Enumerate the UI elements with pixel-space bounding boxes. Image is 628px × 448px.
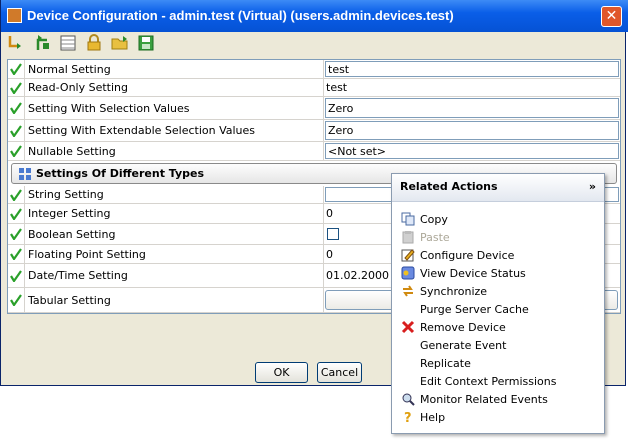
check-icon [10, 248, 22, 260]
action-label: Purge Server Cache [420, 302, 529, 316]
monitor-icon [400, 391, 416, 407]
nullable-setting-input[interactable]: <Not set> [325, 143, 619, 159]
action-label: Synchronize [420, 284, 488, 298]
action-label: View Device Status [420, 266, 526, 280]
import-button[interactable] [7, 34, 27, 54]
action-label: Remove Device [420, 320, 506, 334]
import-icon [8, 36, 21, 49]
open-folder-icon [111, 36, 128, 50]
action-replicate[interactable]: Replicate [400, 354, 600, 372]
svg-text:?: ? [404, 411, 412, 424]
action-help[interactable]: ? Help [400, 408, 600, 426]
action-view-device-status[interactable]: View Device Status [400, 264, 600, 282]
check-icon [10, 207, 22, 220]
setting-label: Integer Setting [24, 204, 324, 223]
read-only-setting-value: test [326, 81, 348, 94]
action-label: Edit Context Permissions [420, 374, 557, 388]
setting-label: Floating Point Setting [24, 245, 324, 263]
action-remove-device[interactable]: Remove Device [400, 318, 600, 336]
help-icon: ? [400, 409, 416, 425]
setting-label: Date/Time Setting [24, 264, 324, 287]
copy-icon [400, 211, 416, 227]
action-monitor-related-events[interactable]: Monitor Related Events [400, 390, 600, 408]
check-icon [10, 124, 22, 137]
setting-row: Read-Only Setting test [8, 79, 620, 97]
save-icon [138, 35, 154, 51]
setting-row: Setting With Selection Values Zero [8, 97, 620, 120]
check-icon [10, 102, 22, 114]
setting-label: Nullable Setting [24, 142, 324, 160]
setting-label: String Setting [24, 186, 324, 203]
action-label: Copy [420, 212, 448, 226]
configure-icon [400, 247, 416, 263]
ok-button[interactable]: OK [255, 362, 308, 383]
check-icon [10, 188, 22, 201]
action-label: Paste [420, 230, 450, 244]
table-icon [60, 35, 76, 51]
action-label: Monitor Related Events [420, 392, 548, 406]
boolean-setting-checkbox[interactable] [327, 228, 339, 240]
setting-label: Setting With Extendable Selection Values [24, 120, 324, 141]
setting-row: Nullable Setting <Not set> [8, 142, 620, 161]
normal-setting-input[interactable]: test [325, 61, 619, 77]
settings-group-icon [19, 168, 31, 180]
check-icon [10, 228, 22, 240]
setting-row: Normal Setting test [8, 60, 620, 79]
action-label: Configure Device [420, 248, 515, 262]
check-icon [10, 81, 22, 94]
action-label: Help [420, 410, 446, 424]
extendable-selection-select[interactable]: Zero [325, 121, 619, 140]
action-paste[interactable]: Paste [400, 228, 600, 246]
setting-label: Normal Setting [24, 60, 324, 78]
lock-button[interactable] [85, 34, 105, 54]
action-label: Replicate [420, 356, 471, 370]
check-icon [10, 294, 22, 306]
check-icon [10, 145, 22, 157]
setting-label: Tabular Setting [24, 288, 324, 312]
action-edit-context-permissions[interactable]: Edit Context Permissions [400, 372, 600, 390]
open-folder-button[interactable] [111, 34, 131, 54]
close-button[interactable]: ✕ [601, 6, 622, 27]
setting-label: Boolean Setting [24, 224, 324, 244]
action-copy[interactable]: Copy [400, 210, 600, 228]
remove-icon [400, 319, 416, 335]
lock-icon [87, 34, 101, 51]
related-actions-panel: Related Actions » Copy Paste Configure D… [391, 173, 605, 434]
check-icon [10, 63, 22, 75]
action-configure-device[interactable]: Configure Device [400, 246, 600, 264]
window-title: Device Configuration - admin.test (Virtu… [27, 8, 454, 23]
status-icon [400, 265, 416, 281]
check-icon [10, 269, 22, 282]
setting-label: Read-Only Setting [24, 79, 324, 96]
save-button[interactable] [137, 34, 157, 54]
synchronize-icon [400, 283, 416, 299]
related-actions-header[interactable]: Related Actions » [392, 174, 604, 202]
export-icon [36, 35, 49, 50]
selection-values-select[interactable]: Zero [325, 98, 619, 118]
app-icon [7, 8, 22, 23]
action-label: Generate Event [420, 338, 507, 352]
cancel-button[interactable]: Cancel [317, 362, 362, 383]
group-title: Settings Of Different Types [36, 167, 205, 180]
export-button[interactable] [33, 34, 53, 54]
paste-icon [400, 229, 416, 245]
setting-label: Setting With Selection Values [24, 97, 324, 119]
table-button[interactable] [59, 34, 79, 54]
action-generate-event[interactable]: Generate Event [400, 336, 600, 354]
setting-row: Setting With Extendable Selection Values… [8, 120, 620, 142]
related-actions-title: Related Actions [400, 180, 498, 193]
collapse-chevron-icon[interactable]: » [589, 174, 596, 200]
action-synchronize[interactable]: Synchronize [400, 282, 600, 300]
action-purge-server-cache[interactable]: Purge Server Cache [400, 300, 600, 318]
title-bar[interactable]: Device Configuration - admin.test (Virtu… [1, 0, 628, 32]
